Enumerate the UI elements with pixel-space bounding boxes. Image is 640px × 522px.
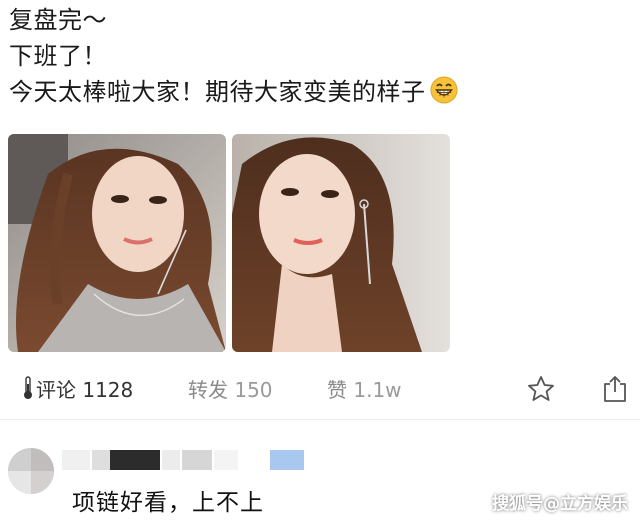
username-blur-5 bbox=[182, 450, 212, 470]
avatar-blurred-image bbox=[8, 448, 54, 494]
share-button[interactable] bbox=[602, 374, 628, 408]
like-count: 1.1w bbox=[353, 378, 402, 402]
comment-count: 1128 bbox=[82, 378, 134, 402]
action-bar: 评论 1128 转发 150 赞 1.1w bbox=[0, 362, 640, 418]
post-line-1: 复盘完～ bbox=[9, 6, 107, 34]
username-blur-2 bbox=[92, 450, 110, 470]
username-blur-3 bbox=[110, 450, 160, 470]
repost-count: 150 bbox=[234, 378, 273, 402]
photo-grid bbox=[8, 134, 450, 352]
repost-label: 转发 bbox=[188, 378, 228, 402]
star-icon bbox=[526, 376, 556, 408]
comment-button[interactable]: 评论 1128 bbox=[22, 374, 133, 405]
username-blur-6 bbox=[214, 450, 238, 470]
divider bbox=[0, 419, 640, 420]
comment-label: 评论 bbox=[36, 378, 76, 402]
like-button[interactable]: 赞 1.1w bbox=[327, 374, 402, 403]
photo-2-image bbox=[232, 134, 450, 352]
avatar[interactable] bbox=[8, 448, 54, 494]
post-photo-2[interactable] bbox=[232, 134, 450, 352]
photo-1-image bbox=[8, 134, 226, 352]
favorite-button[interactable] bbox=[526, 374, 556, 408]
username-blur-1 bbox=[62, 450, 90, 470]
like-label: 赞 bbox=[327, 378, 347, 402]
post-line-3: 今天太棒啦大家！期待大家变美的样子 bbox=[9, 74, 458, 114]
watermark: 搜狐号@立方娱乐 bbox=[492, 494, 628, 514]
post-text: 复盘完～ 下班了！ 今天太棒啦大家！期待大家变美的样子 bbox=[9, 2, 458, 114]
post-photo-1[interactable] bbox=[8, 134, 226, 352]
post-line-3-text: 今天太棒啦大家！期待大家变美的样子 bbox=[9, 78, 426, 106]
username-blur-4 bbox=[162, 450, 180, 470]
post-line-2: 下班了！ bbox=[9, 42, 107, 70]
thermometer-icon bbox=[22, 376, 34, 405]
share-icon bbox=[602, 376, 628, 408]
repost-button[interactable]: 转发 150 bbox=[188, 374, 273, 403]
grinning-face-emoji-icon bbox=[430, 76, 458, 114]
badge-blur bbox=[270, 450, 304, 470]
comment-text: 项链好看，上不上 bbox=[72, 490, 264, 516]
